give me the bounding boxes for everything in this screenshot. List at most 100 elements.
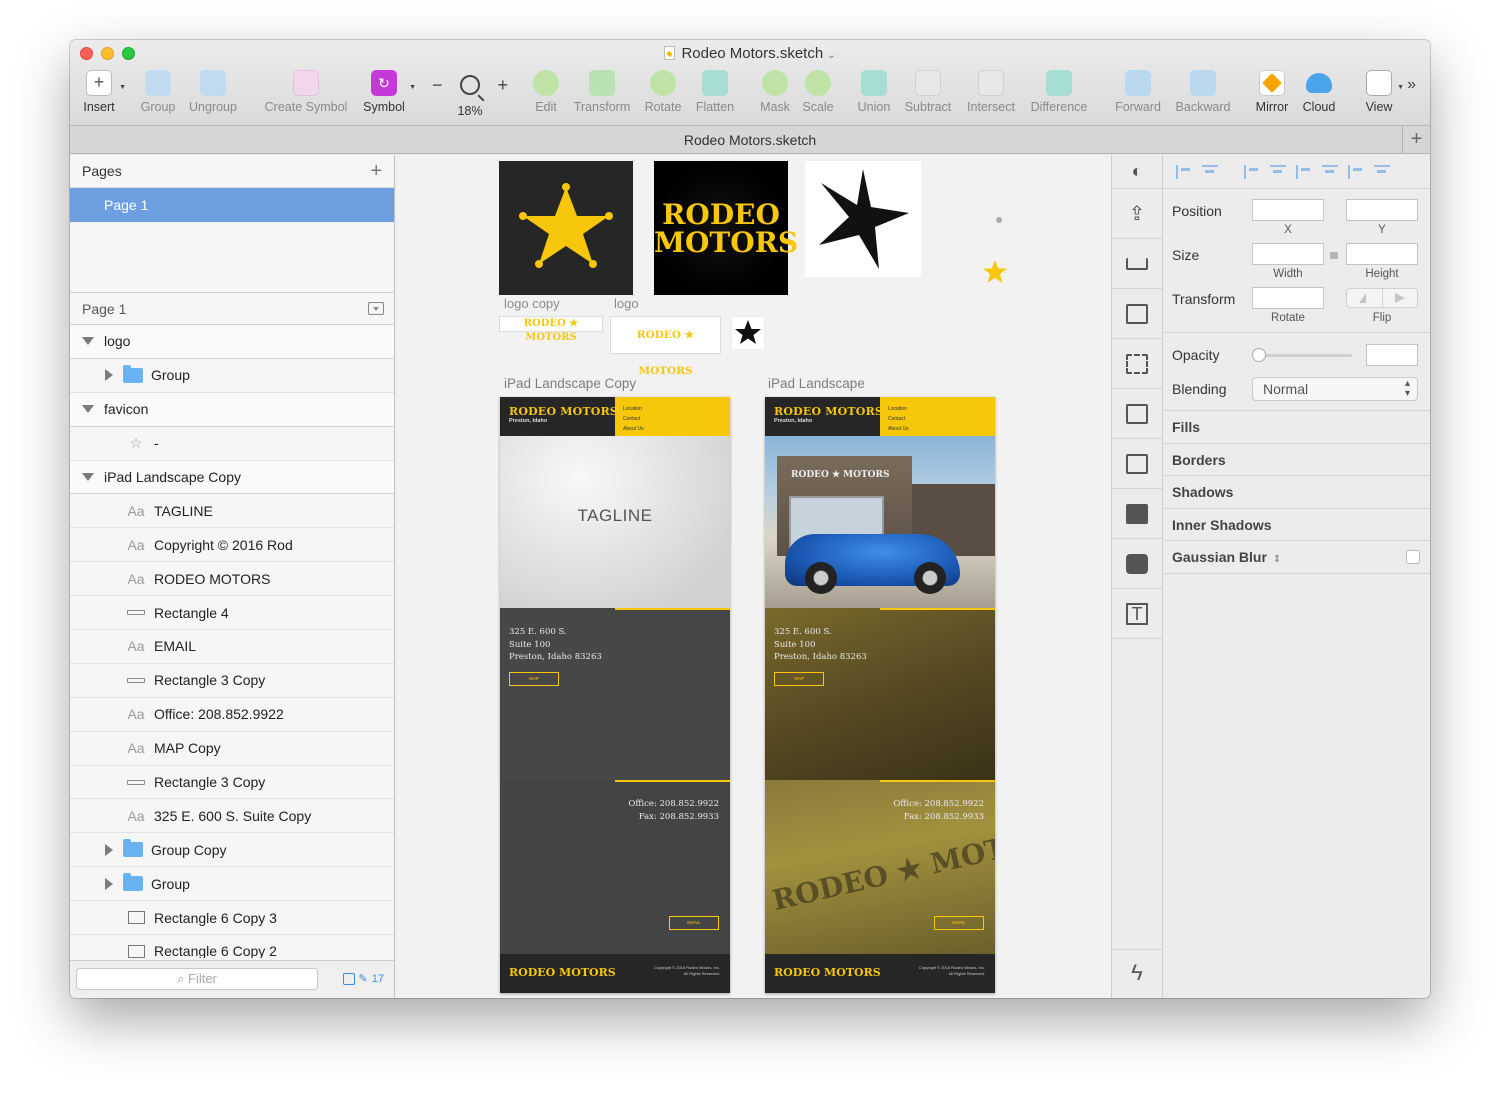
fills-section[interactable]: Fills (1164, 411, 1430, 444)
rotate-field[interactable] (1252, 287, 1324, 309)
layer-row[interactable]: Aa 325 E. 600 S. Suite Copy (70, 799, 394, 834)
logo-white-artboard[interactable]: RODEO ★ MOTORS (610, 316, 721, 377)
magnifier-icon[interactable] (460, 75, 480, 95)
rotate-button[interactable]: Rotate (642, 70, 684, 114)
artboard-ipad-landscape[interactable]: RODEO MOTORS Preston, Idaho Location Con… (765, 397, 995, 993)
canvas[interactable]: RODEO MOTORS logo copy logo RODEO ★ MOTO… (396, 155, 1111, 998)
layer-row[interactable]: Rectangle 3 Copy (70, 766, 394, 800)
align-top-icon[interactable] (1322, 164, 1338, 179)
layer-row[interactable]: Aa TAGLINE (70, 494, 394, 529)
expand-triangle-icon[interactable] (105, 369, 113, 382)
layer-row[interactable]: ☆ - (70, 427, 394, 461)
layers-style-button[interactable] (1112, 239, 1162, 289)
logo-copy-star-artboard[interactable] (499, 161, 633, 295)
insert-button[interactable]: + ▼ Insert (80, 70, 126, 114)
forward-button[interactable]: Forward (1112, 70, 1164, 114)
toolbar-overflow-icon[interactable]: » (1407, 76, 1416, 94)
align-middle-icon[interactable] (1348, 164, 1364, 179)
group-button[interactable]: Group (138, 70, 178, 114)
layer-row[interactable]: Group (70, 359, 394, 393)
borders-section[interactable]: Borders (1164, 444, 1430, 476)
layer-artboard-row[interactable]: iPad Landscape Copy (70, 460, 394, 495)
layer-row[interactable]: Group Copy (70, 833, 394, 868)
align-bottom-icon[interactable] (1374, 164, 1390, 179)
align-center-icon[interactable] (1270, 164, 1286, 179)
layer-row[interactable]: Rectangle 3 Copy (70, 664, 394, 698)
updown-icon[interactable]: ⇕ (1273, 554, 1281, 565)
document-tab[interactable]: Rodeo Motors.sketch (684, 132, 816, 148)
position-x-field[interactable] (1252, 199, 1324, 221)
layer-artboard-row[interactable]: logo (70, 325, 394, 359)
blending-select[interactable]: Normal ▴ ▾ (1252, 377, 1418, 401)
flip-toggle[interactable] (1346, 288, 1418, 308)
artboard-title-ipad-landscape-copy[interactable]: iPad Landscape Copy (504, 376, 636, 391)
export-button[interactable]: ⇪ (1112, 189, 1162, 239)
opacity-slider[interactable] (1252, 354, 1352, 357)
distribute-horizontal-icon[interactable] (1176, 164, 1192, 179)
disclosure-triangle-icon[interactable] (82, 405, 94, 414)
layer-row[interactable]: Rectangle 6 Copy 2 (70, 935, 394, 958)
distribute-vertical-icon[interactable] (1202, 164, 1218, 179)
star-icon[interactable] (982, 259, 1008, 285)
add-page-button[interactable]: + (370, 160, 382, 183)
opacity-slider-knob[interactable] (1252, 348, 1266, 362)
expand-triangle-icon[interactable] (105, 877, 113, 890)
expand-triangle-icon[interactable] (105, 843, 113, 856)
inner-shadows-section[interactable]: Inner Shadows (1164, 509, 1430, 541)
nautical-star-artboard[interactable] (805, 161, 921, 277)
image-button[interactable] (1112, 489, 1162, 539)
logo-text-artboard[interactable]: RODEO MOTORS (654, 161, 798, 295)
mask-button[interactable]: Mask (756, 70, 794, 114)
disclosure-triangle-icon[interactable] (82, 473, 94, 481)
layer-artboard-row[interactable]: favicon (70, 392, 394, 427)
view-button[interactable]: ▼ View (1362, 70, 1404, 114)
create-symbol-button[interactable]: Create Symbol (260, 70, 352, 114)
zoom-out-button[interactable]: − (432, 75, 443, 96)
layer-filter-input[interactable]: ⌕ Filter (76, 968, 318, 990)
text-list-button[interactable] (1112, 289, 1162, 339)
sketch-tool-button[interactable]: ◐ (1112, 155, 1162, 189)
position-y-field[interactable] (1346, 199, 1418, 221)
difference-button[interactable]: Difference (1027, 70, 1091, 114)
layer-row[interactable]: Aa Copyright © 2016 Rod (70, 528, 394, 563)
union-button[interactable]: Union (856, 70, 892, 114)
shadows-section[interactable]: Shadows (1164, 476, 1430, 509)
layer-row[interactable]: Rectangle 4 (70, 596, 394, 631)
text-tool-button[interactable]: T (1112, 589, 1162, 639)
transform-button[interactable]: Transform (570, 70, 634, 114)
cloud-button[interactable]: Cloud (1300, 70, 1338, 114)
ungroup-button[interactable]: Ungroup (185, 70, 241, 114)
layer-row[interactable]: Aa MAP Copy (70, 732, 394, 766)
favicon-artboard[interactable] (731, 316, 765, 350)
artboard-button[interactable] (1112, 339, 1162, 389)
layer-row[interactable]: Aa EMAIL (70, 630, 394, 664)
small-logo-banner[interactable]: RODEO ★ MOTORS (499, 316, 603, 343)
backward-button[interactable]: Backward (1172, 70, 1234, 114)
lock-icon[interactable] (1330, 252, 1338, 259)
opacity-field[interactable] (1366, 344, 1418, 366)
scale-button[interactable]: Scale (800, 70, 836, 114)
gaussian-blur-section[interactable]: Gaussian Blur ⇕ (1164, 541, 1430, 574)
subtract-button[interactable]: Subtract (902, 70, 954, 114)
layer-row[interactable]: Rectangle 6 Copy 3 (70, 901, 394, 936)
flatten-button[interactable]: Flatten (692, 70, 738, 114)
layer-row[interactable]: Aa RODEO MOTORS (70, 562, 394, 597)
align-right-icon[interactable] (1296, 164, 1312, 179)
symbol-button[interactable]: ↻ ▼ Symbol (360, 70, 416, 114)
artboard-ipad-landscape-copy[interactable]: RODEO MOTORS Preston, Idaho Location Con… (500, 397, 730, 993)
layer-row[interactable]: Aa Office: 208.852.9922 (70, 698, 394, 732)
width-field[interactable] (1252, 243, 1324, 265)
mirror-button[interactable]: Mirror (1252, 70, 1292, 114)
height-field[interactable] (1346, 243, 1418, 265)
zoom-in-button[interactable]: + (497, 75, 508, 96)
edit-button[interactable]: Edit (530, 70, 562, 114)
window-title[interactable]: Rodeo Motors.sketch ⌄ (70, 45, 1430, 62)
page-item-page-1[interactable]: Page 1 (70, 188, 394, 222)
artboard-title-ipad-landscape[interactable]: iPad Landscape (768, 376, 865, 391)
plugin-button[interactable] (1112, 539, 1162, 589)
align-left-icon[interactable] (1244, 164, 1260, 179)
lightning-icon[interactable]: ϟ (1112, 960, 1162, 986)
layer-row[interactable]: Group (70, 867, 394, 902)
layer-count[interactable]: ✎ 17 (342, 972, 384, 985)
collapse-artboards-icon[interactable] (368, 302, 384, 315)
